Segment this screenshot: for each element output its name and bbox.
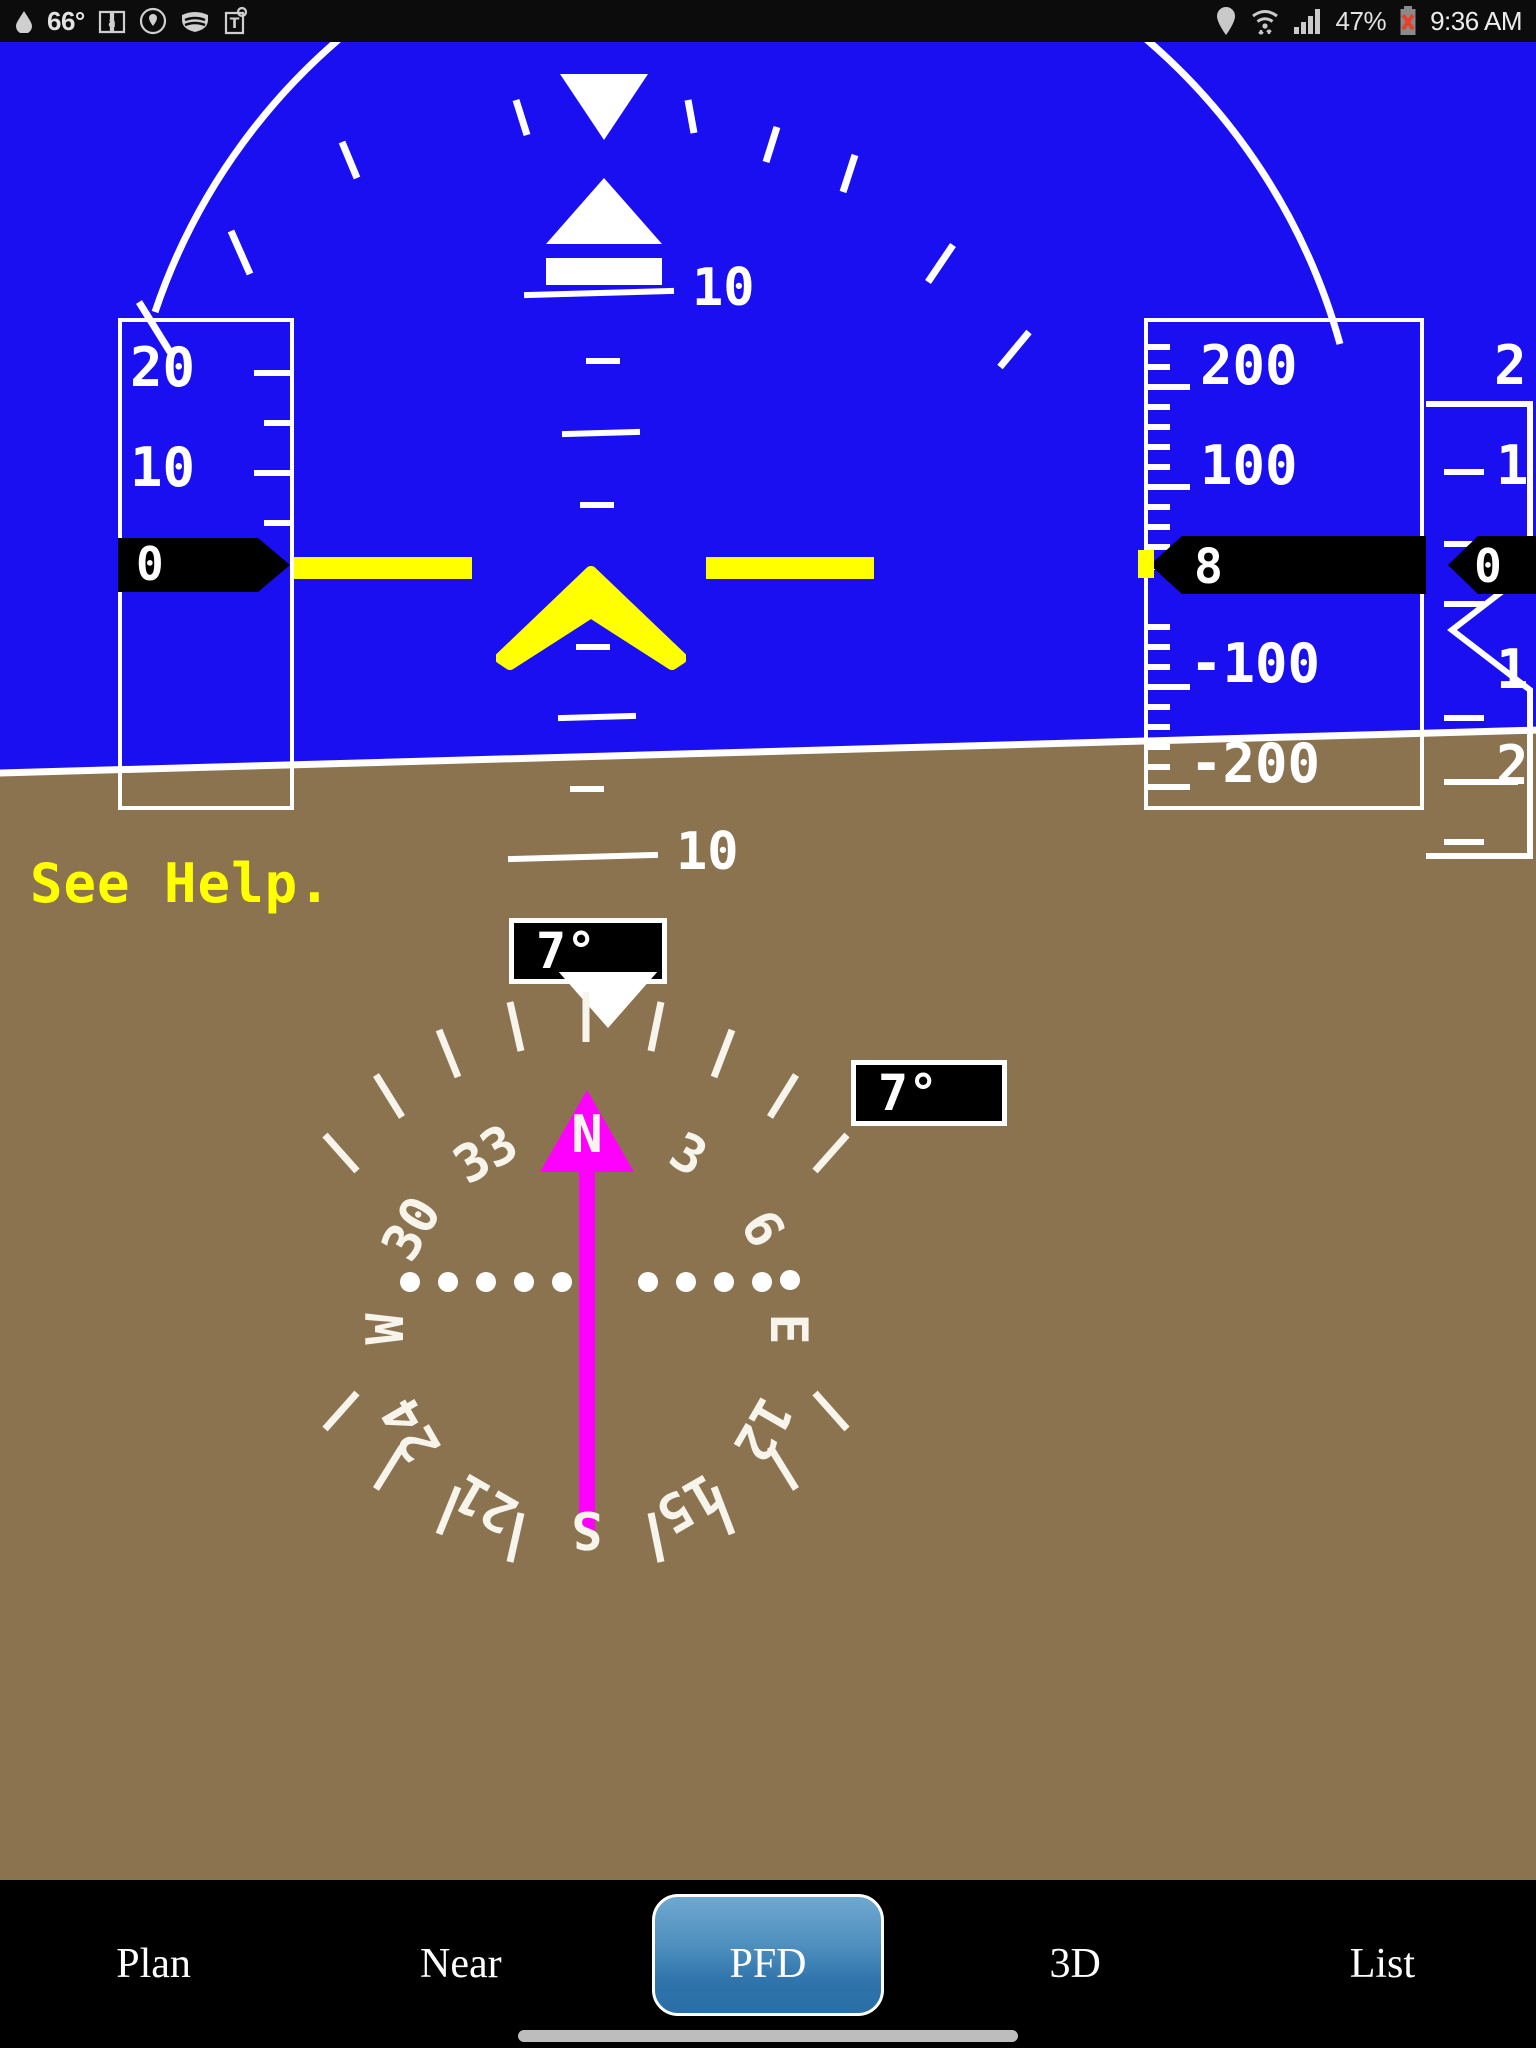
altitude-tick-major [1148, 484, 1190, 490]
compass-label-33: 33 [444, 1113, 528, 1196]
compass-label-30: 30 [370, 1187, 453, 1271]
status-bar-left: 66° a T [14, 6, 249, 37]
status-bar: 66° a T 47% 9:36 AM [0, 0, 1536, 42]
compass-label-15: 15 [646, 1461, 730, 1544]
tab-near-label: Near [420, 1941, 502, 1987]
wifi-icon [1250, 6, 1280, 36]
airspeed-tick [264, 420, 292, 426]
vsi-scale-2-dn: 2 [1496, 734, 1529, 797]
tab-plan[interactable]: Plan [0, 1880, 307, 2048]
altitude-tick [1148, 704, 1170, 710]
svg-text:T: T [230, 16, 240, 32]
airspeed-tick [254, 370, 292, 376]
compass-label-W: W [356, 1313, 416, 1345]
altitude-scale-neg200: -200 [1190, 732, 1321, 795]
t-mobile-tag-icon: T [223, 7, 249, 35]
wing-bar-left [290, 557, 472, 579]
compass-label-S: S [571, 1499, 602, 1559]
altitude-tick [1148, 644, 1170, 650]
vsi-readout: 0 [1448, 536, 1536, 594]
compass-label-12: 12 [720, 1387, 803, 1471]
pitch-bar-75-dn [570, 786, 604, 792]
altitude-tick [1148, 664, 1170, 670]
svg-text:0: 0 [1474, 539, 1502, 593]
altitude-tick-major [1148, 784, 1190, 790]
altitude-tick [1148, 364, 1170, 370]
altitude-tick-major [1148, 384, 1190, 390]
pitch-bar-25-up [580, 502, 614, 508]
battery-percent: 47% [1335, 5, 1387, 36]
app-root: 66° a T 47% 9:36 AM 10 10 20 10 0 200 10… [0, 0, 1536, 2048]
altitude-tick [1148, 404, 1170, 410]
altitude-tick [1148, 344, 1170, 350]
airspeed-scale-20: 20 [130, 336, 196, 399]
roll-index-triangle [546, 178, 662, 244]
tab-list-label: List [1349, 1941, 1416, 1987]
tab-pfd-label: PFD [729, 1941, 807, 1987]
altitude-tick [1148, 424, 1170, 430]
location-pin-icon [1215, 6, 1237, 36]
compass-label-6: 6 [728, 1200, 796, 1257]
bottom-tab-bar: Plan Near PFD 3D List [0, 1880, 1536, 2048]
altitude-tick [1148, 624, 1170, 630]
help-message: See Help. [30, 852, 332, 915]
svg-text:8: 8 [1194, 539, 1223, 594]
altitude-tick [1148, 464, 1170, 470]
altitude-scale-100: 100 [1200, 434, 1298, 497]
status-time: 9:36 AM [1430, 5, 1522, 36]
pitch-bar-75-up [586, 358, 620, 364]
airspeed-readout: 0 [118, 538, 290, 592]
altitude-scale-200: 200 [1200, 334, 1298, 397]
pitch-label-10-up: 10 [692, 258, 755, 318]
roll-pointer-fixed [560, 74, 648, 140]
svg-text:0: 0 [136, 538, 164, 591]
wing-bar-right [706, 557, 874, 579]
droplet-icon [14, 9, 34, 33]
pfd-display[interactable]: 10 10 20 10 0 0 200 100 -100 - [0, 42, 1536, 1880]
system-navigation-handle[interactable] [518, 2030, 1018, 2042]
altitude-yellow-marker [1138, 550, 1154, 578]
tab-pfd[interactable]: PFD [614, 1880, 921, 2048]
altitude-tick [1148, 724, 1170, 730]
tab-plan-label: Plan [116, 1941, 191, 1987]
aircraft-symbol [496, 566, 686, 670]
pitch-bar-10-dn [507, 851, 659, 863]
compass-label-3: 3 [659, 1121, 716, 1189]
altitude-scale-neg100: -100 [1190, 632, 1321, 695]
heading-index-triangle [558, 972, 658, 1028]
compass-rose[interactable]: N 3 6 E 12 15 S 21 24 W 30 33 [318, 972, 1218, 1872]
altitude-tick [1148, 524, 1170, 530]
altitude-tick [1148, 504, 1170, 510]
altitude-readout: 8 [1150, 536, 1426, 594]
altitude-tick [1148, 764, 1170, 770]
tab-near[interactable]: Near [307, 1880, 614, 2048]
compass-label-E: E [758, 1313, 818, 1344]
altitude-tick-major [1148, 684, 1190, 690]
airspeed-tick [254, 470, 292, 476]
status-temperature: 66° [47, 5, 85, 36]
pitch-label-10-dn: 10 [676, 822, 739, 882]
cdi-dots [400, 1270, 800, 1292]
airspeed-scale-10: 10 [130, 436, 196, 499]
vsi-scale-2-up: 2 [1494, 334, 1527, 397]
vpn-shield-icon [180, 9, 210, 33]
tab-3d-label: 3D [1049, 1941, 1101, 1987]
vsi-scale-1-up: 1 [1496, 434, 1529, 497]
battery-error-icon [1399, 6, 1417, 36]
tab-3d[interactable]: 3D [922, 1880, 1229, 2048]
altitude-tick [1148, 744, 1170, 750]
altitude-tick [1148, 444, 1170, 450]
amazon-kindle-icon: a [98, 8, 126, 34]
status-bar-right: 47% 9:36 AM [1215, 6, 1522, 37]
location-shield-icon [139, 7, 167, 35]
compass-label-N: N [571, 1105, 602, 1165]
svg-text:a: a [108, 16, 116, 31]
cell-signal-icon [1293, 7, 1323, 35]
tab-list[interactable]: List [1229, 1880, 1536, 2048]
slip-skid-indicator [546, 258, 662, 285]
airspeed-tick [264, 520, 292, 526]
vsi-scale-1-dn: 1 [1496, 638, 1529, 701]
compass-label-24: 24 [370, 1387, 453, 1471]
